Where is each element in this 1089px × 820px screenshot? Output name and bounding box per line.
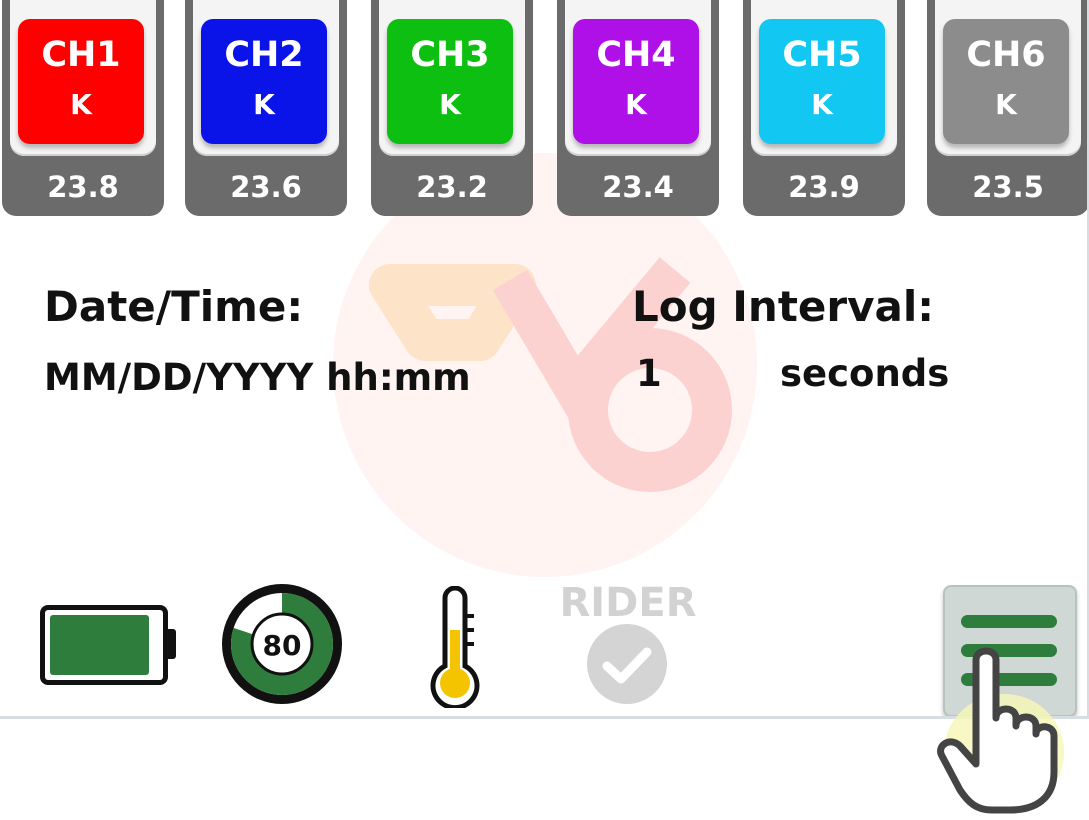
channel-5-button[interactable]: CH5 K	[759, 19, 885, 144]
battery-level-fill	[50, 615, 149, 675]
log-interval-label: Log Interval:	[632, 282, 935, 331]
channel-2[interactable]: CH2 K 23.6	[185, 0, 347, 216]
channel-3[interactable]: CH3 K 23.2	[371, 0, 533, 216]
channel-1-value: 23.8	[47, 170, 119, 204]
log-interval-value[interactable]: 1	[636, 352, 662, 395]
channel-6-button[interactable]: CH6 K	[943, 19, 1069, 144]
datetime-label: Date/Time:	[44, 282, 304, 331]
channel-4-frame: CH4 K	[565, 0, 711, 156]
channel-3-name: CH3	[410, 35, 490, 75]
pointing-hand-icon	[937, 647, 1064, 814]
channel-1-button[interactable]: CH1 K	[18, 19, 144, 144]
channel-6-frame: CH6 K	[935, 0, 1081, 156]
datetime-value[interactable]: MM/DD/YYYY hh:mm	[44, 356, 471, 399]
battery-body	[40, 605, 168, 685]
channel-2-frame: CH2 K	[193, 0, 339, 156]
channel-5-value: 23.9	[788, 170, 860, 204]
channel-6-name: CH6	[966, 35, 1046, 75]
channel-1-type: K	[70, 88, 92, 121]
channel-3-button[interactable]: CH3 K	[387, 19, 513, 144]
log-interval-unit: seconds	[780, 352, 950, 395]
channel-5[interactable]: CH5 K 23.9	[743, 0, 905, 216]
channel-6-value: 23.5	[972, 170, 1044, 204]
menu-icon-bar-top	[961, 615, 1057, 628]
battery-icon	[40, 605, 176, 685]
channel-2-name: CH2	[224, 35, 304, 75]
thermometer-icon	[430, 586, 480, 708]
channel-5-name: CH5	[782, 35, 862, 75]
channel-4[interactable]: CH4 K 23.4	[557, 0, 719, 216]
memory-gauge-value: 80	[263, 629, 302, 662]
channel-2-type: K	[253, 88, 275, 121]
channel-3-frame: CH3 K	[379, 0, 525, 156]
channel-1[interactable]: CH1 K 23.8	[2, 0, 164, 216]
channel-2-button[interactable]: CH2 K	[201, 19, 327, 144]
channel-3-type: K	[439, 88, 461, 121]
channel-4-type: K	[625, 88, 647, 121]
channel-3-value: 23.2	[416, 170, 488, 204]
channel-1-frame: CH1 K	[10, 0, 156, 156]
channel-2-value: 23.6	[230, 170, 302, 204]
channel-5-frame: CH5 K	[751, 0, 897, 156]
check-circle-icon	[587, 624, 667, 704]
rider-status: RIDER	[555, 580, 701, 710]
device-screen: CH1 K 23.8 CH2 K 23.6 CH3 K 23.2 CH4 K 2…	[0, 0, 1089, 719]
rider-label: RIDER	[559, 580, 697, 626]
channel-5-type: K	[811, 88, 833, 121]
battery-terminal	[168, 629, 176, 659]
channel-1-name: CH1	[41, 35, 121, 75]
channel-6[interactable]: CH6 K 23.5	[927, 0, 1087, 216]
channel-6-type: K	[995, 88, 1017, 121]
memory-gauge-icon: 80	[222, 584, 342, 704]
channel-4-button[interactable]: CH4 K	[573, 19, 699, 144]
channel-4-value: 23.4	[602, 170, 674, 204]
channel-4-name: CH4	[596, 35, 676, 75]
